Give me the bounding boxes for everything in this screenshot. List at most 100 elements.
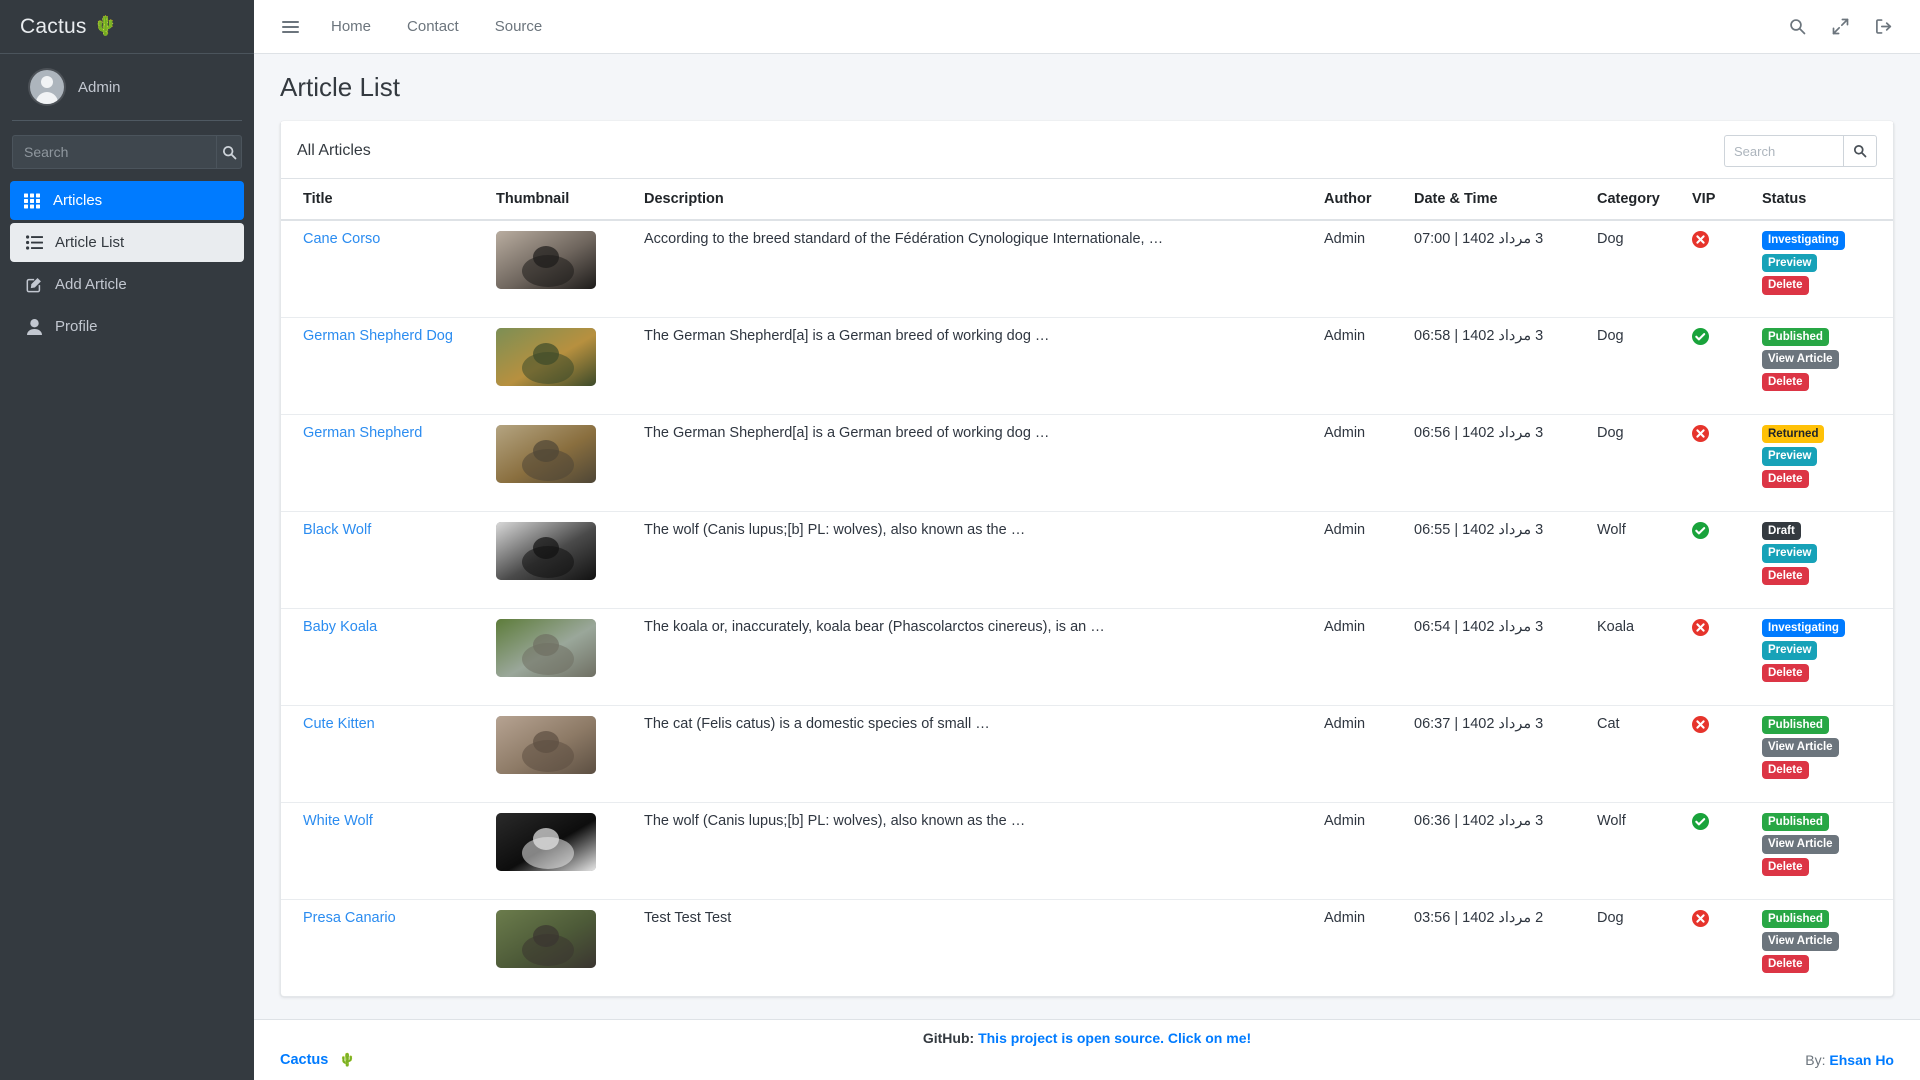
article-thumbnail[interactable]: [496, 424, 596, 483]
cell-status: Published View Article Delete: [1762, 705, 1893, 803]
article-description: The koala or, inaccurately, koala bear (…: [644, 618, 1105, 635]
table-head: Title Thumbnail Description Author Date …: [281, 179, 1893, 221]
status-badge[interactable]: Preview: [1762, 253, 1818, 273]
logout-icon[interactable]: [1875, 18, 1892, 35]
column-header-category[interactable]: Category: [1597, 179, 1692, 221]
article-title-link[interactable]: Baby Koala: [303, 619, 377, 635]
status-badge[interactable]: Draft: [1762, 521, 1801, 541]
table-search-input[interactable]: [1724, 135, 1843, 167]
status-badges: Returned Preview Delete: [1762, 424, 1892, 489]
cell-date-time: 3 مرداد 1402 | 06:54: [1414, 608, 1597, 706]
sidebar-item-article-list[interactable]: Article List: [10, 223, 244, 262]
status-badge[interactable]: Investigating: [1762, 618, 1845, 638]
status-badge[interactable]: View Article: [1762, 835, 1839, 854]
article-author: Admin: [1324, 521, 1366, 538]
sidebar-brand[interactable]: Cactus 🌵: [0, 0, 254, 54]
article-thumbnail[interactable]: [496, 812, 596, 871]
footer-brand[interactable]: Cactus 🌵: [280, 1052, 356, 1068]
article-title-link[interactable]: Cane Corso: [303, 231, 380, 247]
article-title-link[interactable]: White Wolf: [303, 813, 373, 829]
status-badge[interactable]: Investigating: [1762, 231, 1845, 250]
sidebar-item-add-article[interactable]: Add Article: [10, 265, 244, 304]
status-badge[interactable]: View Article: [1762, 350, 1839, 369]
table-search-button[interactable]: [1843, 135, 1877, 167]
column-header-date-time[interactable]: Date & Time: [1414, 179, 1597, 221]
status-badge[interactable]: Delete: [1762, 372, 1809, 392]
cell-thumbnail: [496, 414, 644, 512]
sidebar-item-label: Article List: [55, 234, 125, 251]
articles-card: All Articles Search Title Thumbnail Desc…: [280, 121, 1894, 997]
cell-author: Admin: [1324, 608, 1414, 706]
presa-canario-thumbnail: [496, 909, 596, 968]
sidebar-item-profile[interactable]: Profile: [10, 307, 244, 346]
status-badge[interactable]: Preview: [1762, 544, 1818, 563]
status-badge[interactable]: Delete: [1762, 663, 1809, 683]
search-input[interactable]: [12, 135, 216, 169]
status-badge[interactable]: Published: [1762, 812, 1829, 832]
status-badge[interactable]: Delete: [1762, 276, 1809, 295]
article-thumbnail[interactable]: [496, 231, 596, 289]
article-thumbnail[interactable]: [496, 327, 596, 386]
cell-author: Admin: [1324, 317, 1414, 415]
status-badge[interactable]: Preview: [1762, 641, 1818, 660]
status-badge[interactable]: View Article: [1762, 932, 1839, 951]
cell-title: Cute Kitten: [281, 705, 496, 803]
cell-thumbnail: [496, 899, 644, 996]
topbar-link-source[interactable]: Source: [481, 10, 557, 43]
topbar-link-home[interactable]: Home: [317, 10, 385, 43]
article-thumbnail[interactable]: [496, 618, 596, 677]
column-header-status[interactable]: Status: [1762, 179, 1893, 221]
cell-category: Wolf: [1597, 511, 1692, 609]
column-header-thumbnail[interactable]: Thumbnail: [496, 179, 644, 221]
avatar: [30, 70, 64, 104]
cell-vip: [1692, 317, 1762, 415]
article-title-link[interactable]: German Shepherd Dog: [303, 328, 453, 344]
search-icon[interactable]: [1789, 18, 1806, 35]
search-icon: [222, 145, 236, 159]
footer-github-link[interactable]: This project is open source. Click on me…: [978, 1030, 1251, 1046]
topbar-link-contact[interactable]: Contact: [393, 10, 473, 43]
column-header-description[interactable]: Description: [644, 179, 1324, 221]
status-badge[interactable]: Delete: [1762, 954, 1809, 974]
search-button[interactable]: [216, 135, 242, 169]
article-thumbnail[interactable]: [496, 715, 596, 774]
cell-status: Investigating Preview Delete: [1762, 220, 1893, 318]
status-badge[interactable]: Delete: [1762, 857, 1809, 877]
cell-status: Published View Article Delete: [1762, 317, 1893, 415]
column-header-title[interactable]: Title: [281, 179, 496, 221]
cactus-icon: 🌵: [93, 16, 118, 37]
column-header-author[interactable]: Author: [1324, 179, 1414, 221]
column-header-vip[interactable]: VIP: [1692, 179, 1762, 221]
article-thumbnail[interactable]: [496, 909, 596, 968]
article-title-link[interactable]: Presa Canario: [303, 910, 396, 926]
status-badge[interactable]: Preview: [1762, 447, 1818, 466]
cane-corso-thumbnail: [496, 231, 596, 289]
article-title-link[interactable]: German Shepherd: [303, 425, 422, 441]
article-thumbnail[interactable]: [496, 521, 596, 580]
footer-author: By: Ehsan Ho: [1805, 1052, 1894, 1068]
status-badge[interactable]: Delete: [1762, 566, 1809, 586]
status-badge[interactable]: Returned: [1762, 424, 1825, 444]
user-icon: [24, 318, 44, 335]
german-shepherd-dog-thumbnail: [496, 327, 596, 386]
hamburger-icon[interactable]: [272, 14, 309, 40]
status-badge[interactable]: Delete: [1762, 469, 1809, 489]
status-badge[interactable]: Delete: [1762, 760, 1809, 780]
expand-icon[interactable]: [1832, 18, 1849, 35]
user-panel[interactable]: Admin: [12, 54, 242, 121]
cell-thumbnail: [496, 802, 644, 900]
sidebar-item-articles[interactable]: Articles: [10, 181, 244, 220]
brand-name: Cactus: [20, 14, 87, 38]
status-badge[interactable]: Published: [1762, 715, 1829, 735]
status-badge[interactable]: Published: [1762, 327, 1829, 347]
footer-author-link[interactable]: Ehsan Ho: [1829, 1052, 1894, 1068]
cell-title: Black Wolf: [281, 511, 496, 609]
article-title-link[interactable]: Cute Kitten: [303, 716, 375, 732]
list-icon: [24, 235, 44, 250]
article-author: Admin: [1324, 812, 1366, 829]
article-title-link[interactable]: Black Wolf: [303, 522, 371, 538]
footer-github-label: GitHub:: [922, 1030, 975, 1046]
cell-title: German Shepherd: [281, 414, 496, 512]
status-badge[interactable]: View Article: [1762, 738, 1839, 757]
status-badge[interactable]: Published: [1762, 909, 1829, 929]
